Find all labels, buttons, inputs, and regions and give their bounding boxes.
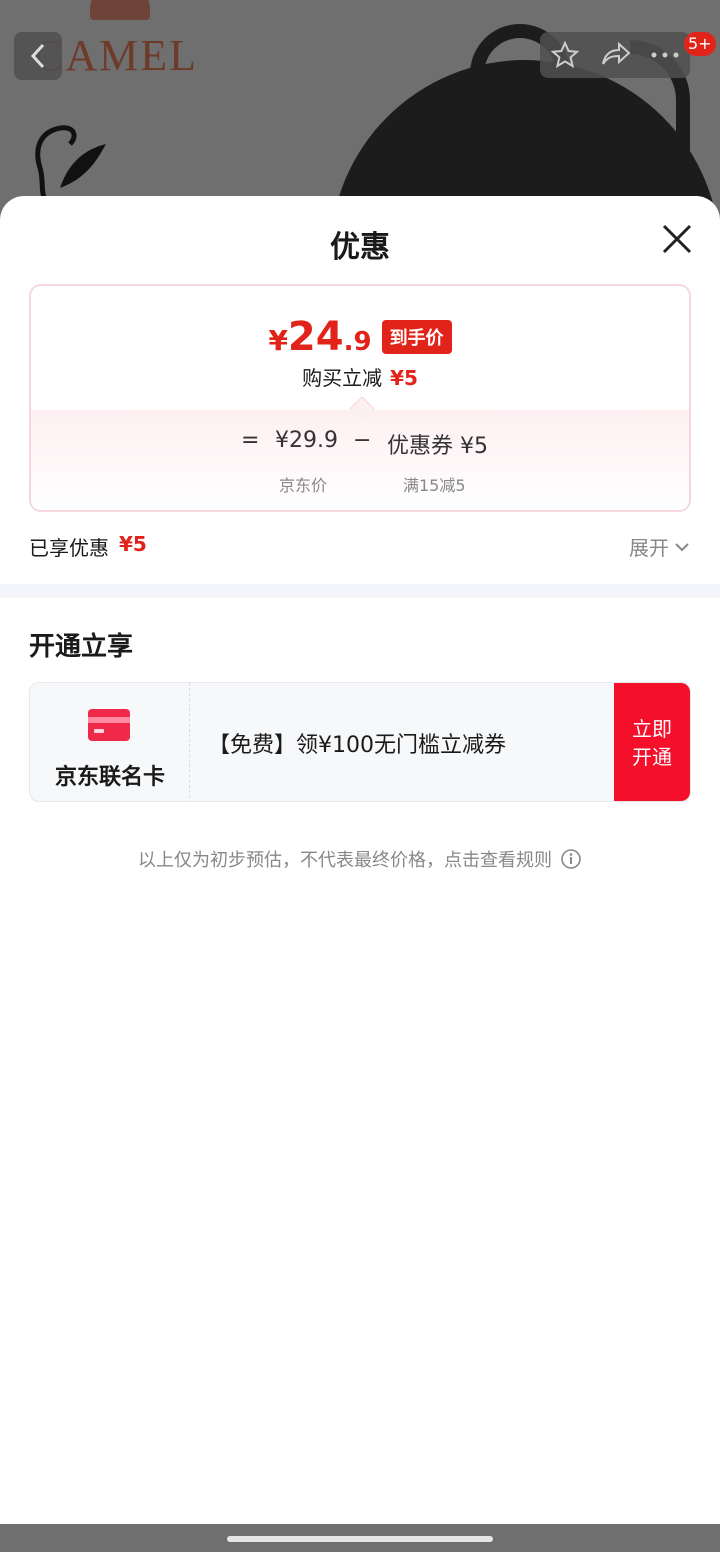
final-price-integer: 24 [287,314,344,360]
card-name: 京东联名卡 [54,765,165,790]
price-formula-section: = ¥29.9 − 优惠券 ¥5 京东价 满15减5 [31,396,689,510]
section-title: 开通立享 [29,632,134,662]
sheet-title: 优惠 [330,230,390,265]
enjoyed-discount-label: 已享优惠 [29,536,109,560]
minus-sign: − [353,428,372,453]
home-indicator[interactable] [227,1536,493,1542]
close-icon[interactable] [658,220,696,258]
share-icon[interactable] [599,40,631,70]
camel-logo-mark [90,0,150,20]
final-price-currency: ¥ [268,324,288,357]
section-divider [0,584,720,598]
enjoyed-discount-value: ¥5 [119,532,147,556]
instant-reduction-label: 购买立减 [302,366,383,390]
cart-badge: 5+ [684,32,716,56]
navigation-bar [0,1524,720,1552]
final-price: ¥ 24 .9 到手价 [31,314,689,360]
top-action-group [540,32,690,78]
card-info: 京东联名卡 [30,683,190,801]
instant-reduction-value: ¥5 [390,366,418,390]
expand-label: 展开 [629,536,669,560]
camel-head-icon [35,125,106,204]
disclaimer[interactable]: 以上仅为初步预估，不代表最终价格，点击查看规则 [0,846,720,872]
more-icon[interactable] [650,50,680,60]
info-icon[interactable] [560,848,582,870]
instant-reduction: 购买立减 ¥5 [31,362,689,391]
coupon-condition-label: 满15减5 [403,476,466,495]
discount-sheet: 优惠 ¥ 24 .9 到手价 购买立减 ¥5 = ¥29.9 − 优惠券 ¥5 京… [0,196,720,1552]
coupon-value: 优惠券 ¥5 [387,434,488,459]
enjoyed-discount-row: 已享优惠 ¥5 展开 [29,532,691,562]
star-icon[interactable] [550,40,580,70]
price-breakdown-card: ¥ 24 .9 到手价 购买立减 ¥5 = ¥29.9 − 优惠券 ¥5 京东价 … [29,284,691,512]
back-button[interactable] [14,32,62,80]
final-price-section: ¥ 24 .9 到手价 购买立减 ¥5 [31,286,689,410]
equals-sign: = [241,428,260,453]
jd-cobrand-card-offer[interactable]: 京东联名卡 【免费】领¥100无门槛立减券 立即开通 [29,682,691,802]
card-offer-description: 【免费】领¥100无门槛立减券 [208,733,506,758]
credit-card-icon [88,709,130,741]
open-now-button[interactable]: 立即开通 [614,683,690,801]
jd-price-value: ¥29.9 [275,428,338,453]
expand-button[interactable]: 展开 [629,532,691,561]
final-price-tag: 到手价 [381,320,452,354]
disclaimer-text: 以上仅为初步预估，不代表最终价格，点击查看规则 [138,850,552,871]
chevron-down-icon [675,542,689,551]
jd-price-label: 京东价 [279,476,328,495]
chevron-left-icon [30,43,45,69]
final-price-decimal: .9 [343,327,372,357]
